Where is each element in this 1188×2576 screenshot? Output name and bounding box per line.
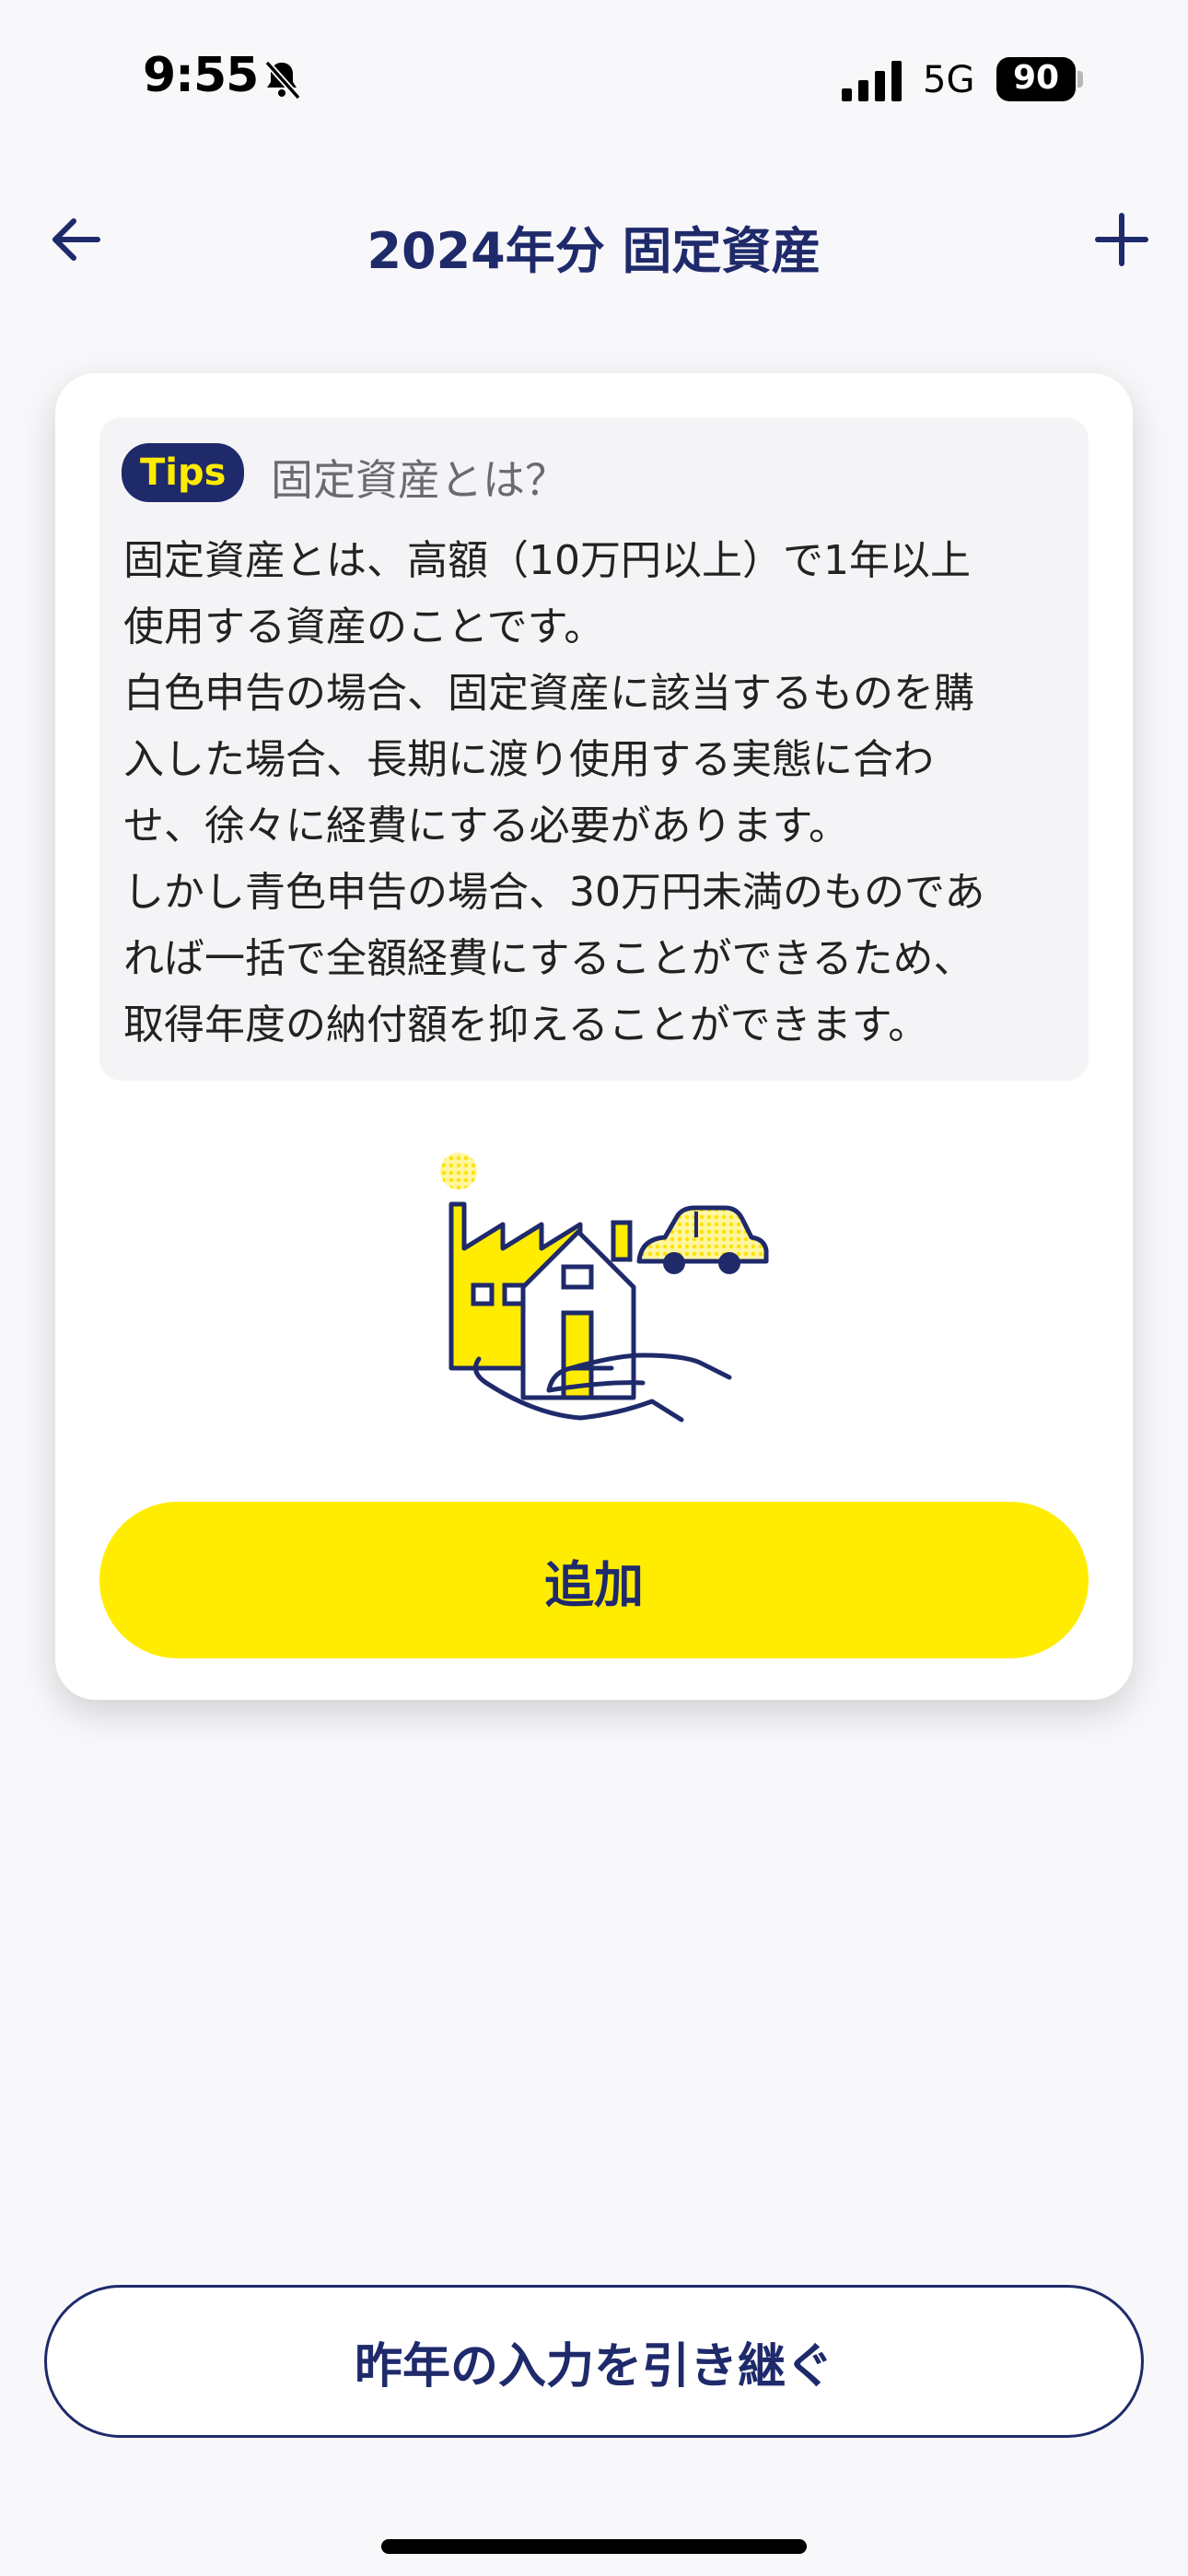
nav-bar: 2024年分 固定資産 xyxy=(0,193,1188,286)
add-button[interactable]: 追加 xyxy=(99,1502,1089,1658)
battery-cap xyxy=(1077,71,1083,88)
plus-icon xyxy=(1095,213,1148,266)
battery-level: 90 xyxy=(1012,59,1060,97)
tips-badge: Tips xyxy=(122,443,245,502)
car-icon xyxy=(636,1205,769,1274)
home-indicator xyxy=(381,2539,807,2554)
fixed-asset-card: Tips 固定資産とは？ 固定資産とは、高額（10万円以上）で1年以上 使用する… xyxy=(55,373,1133,1700)
assets-illustration xyxy=(440,1153,769,1423)
bell-slash-icon xyxy=(264,60,301,100)
network-type: 5G xyxy=(923,59,975,101)
screen: 9:55 5G 90 2024年分 固定資産 Tips 固定資産とは？ 固定資産… xyxy=(0,0,1188,2576)
battery-indicator: 90 xyxy=(996,57,1083,101)
add-asset-button[interactable] xyxy=(1087,205,1157,275)
tips-box: Tips 固定資産とは？ 固定資産とは、高額（10万円以上）で1年以上 使用する… xyxy=(99,417,1089,1081)
tips-heading: 固定資産とは？ xyxy=(271,455,567,505)
status-time: 9:55 xyxy=(143,48,259,103)
page-title: 2024年分 固定資産 xyxy=(367,222,821,280)
tips-body: 固定資産とは、高額（10万円以上）で1年以上 使用する資産のことです。 白色申告… xyxy=(123,537,985,1048)
smoke-icon xyxy=(440,1153,477,1189)
status-bar: 9:55 5G 90 xyxy=(0,0,1188,138)
cellular-signal-icon xyxy=(842,61,902,101)
carry-over-last-year-button[interactable]: 昨年の入力を引き継ぐ xyxy=(44,2285,1144,2438)
